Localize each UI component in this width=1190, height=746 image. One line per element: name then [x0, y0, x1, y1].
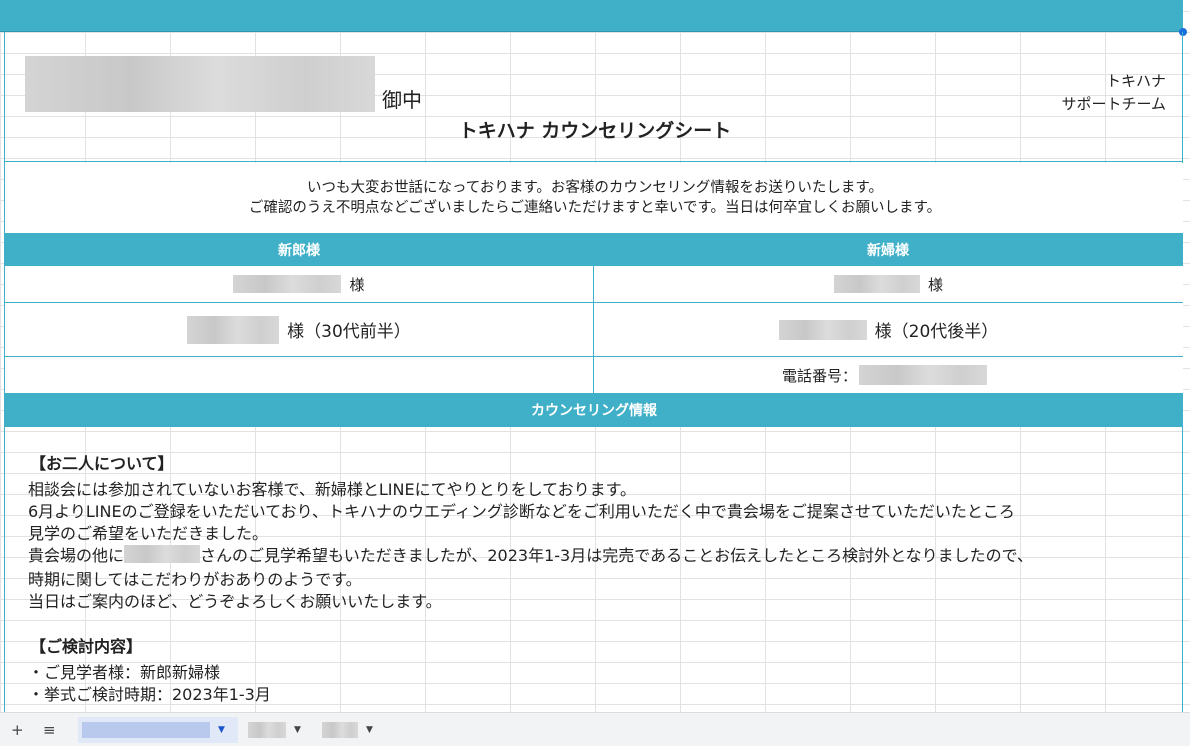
phone-number-redacted [859, 365, 987, 385]
groom-name-suffix: 様 [349, 275, 365, 294]
sheet-tab-active[interactable]: ▼ [78, 717, 238, 743]
chevron-down-icon[interactable]: ▼ [294, 725, 301, 735]
groom-name-cell[interactable]: 様 [5, 266, 593, 302]
divider [4, 161, 1183, 162]
recipient-suffix: 御中 [382, 88, 422, 112]
about-line-3: 見学のご希望をいただきました。 [28, 524, 269, 543]
groom-header: 新郎様 [278, 242, 320, 259]
intro-text: いつも大変お世話になっております。お客様のカウンセリング情報をお送りいたします。… [0, 178, 1190, 218]
groom-age-cell[interactable]: 様（30代前半） [5, 303, 593, 356]
company-name: トキハナ サポートチーム [1061, 70, 1166, 116]
intro-line1: いつも大変お世話になっております。お客様のカウンセリング情報をお送りいたします。 [307, 180, 883, 196]
section-considerations-title: 【ご検討内容】 [30, 637, 143, 656]
groom-name-redacted [233, 275, 342, 293]
phone-label: 電話番号： [781, 366, 857, 385]
about-line-2: 6月よりLINEのご登録をいただいており、トキハナのウエディング診断などをご利用… [28, 502, 1015, 521]
company-line2: サポートチーム [1061, 95, 1166, 113]
chevron-down-icon[interactable]: ▼ [366, 725, 373, 735]
venue-name-redacted [124, 545, 201, 563]
company-line1: トキハナ [1105, 72, 1166, 90]
consideration-line-1: ・ご見学者様：新郎新婦様 [28, 663, 221, 682]
about-line-6: 当日はご案内のほど、どうぞよろしくお願いいたします。 [28, 592, 442, 611]
bride-name-cell[interactable]: 様 [594, 266, 1183, 302]
chevron-down-icon[interactable]: ▼ [218, 725, 225, 735]
about-line-4: 貴会場の他に さんのご見学希望もいただきましたが、2023年1-3月は完売である… [28, 542, 1033, 566]
groom-age: 様（30代前半） [287, 322, 411, 342]
section-about-couple-title: 【お二人について】 [30, 454, 174, 473]
intro-line2: ご確認のうえ不明点などございましたらご連絡いただけますと幸いです。当日は何卒宜し… [248, 200, 942, 216]
about-line-4-prefix: 貴会場の他に [28, 546, 125, 565]
spreadsheet-grid[interactable]: 御中 トキハナ サポートチーム トキハナ カウンセリングシート いつも大変お世話… [0, 0, 1190, 712]
consideration-line-2: ・挙式ご検討時期：2023年1-3月 [28, 685, 271, 704]
sheet-tab-name-redacted [248, 722, 286, 738]
add-sheet-button[interactable]: + [11, 721, 24, 739]
bride-age: 様（20代後半） [874, 322, 999, 342]
about-line-5: 時期に関してはこだわりがおありのようです。 [28, 570, 362, 589]
all-sheets-menu-icon[interactable]: ≡ [43, 721, 56, 739]
groom-kana-redacted [187, 315, 280, 344]
about-line-1: 相談会には参加されていないお客様で、新婦様とLINEにてやりとりをしております。 [28, 480, 637, 499]
bride-kana-redacted [778, 319, 867, 340]
bride-name-suffix: 様 [927, 275, 943, 294]
header-band [0, 0, 1183, 32]
couple-header-band: 新郎様 新婦様 [5, 233, 1183, 266]
sheet-tab[interactable]: ▼ [318, 717, 380, 743]
bride-name-redacted [833, 275, 920, 293]
counseling-header-band: カウンセリング情報 [5, 393, 1183, 427]
about-line-4-rest: さんのご見学希望もいただきましたが、2023年1-3月は完売であることお伝えした… [200, 546, 1033, 565]
sheet-title: トキハナ カウンセリングシート [458, 120, 732, 142]
sheet-tab[interactable]: ▼ [244, 717, 308, 743]
sheet-tab-bar: + ≡ ▼ ▼ ▼ [0, 712, 1190, 746]
phone-cell[interactable]: 電話番号： [594, 357, 1183, 393]
bride-header: 新婦様 [867, 242, 909, 259]
sheet-tab-name-redacted [322, 722, 358, 738]
sheet-tab-name-redacted [82, 722, 210, 738]
recipient-name-redacted [25, 56, 375, 112]
counseling-header: カウンセリング情報 [531, 403, 657, 419]
bride-age-cell[interactable]: 様（20代後半） [594, 303, 1183, 356]
